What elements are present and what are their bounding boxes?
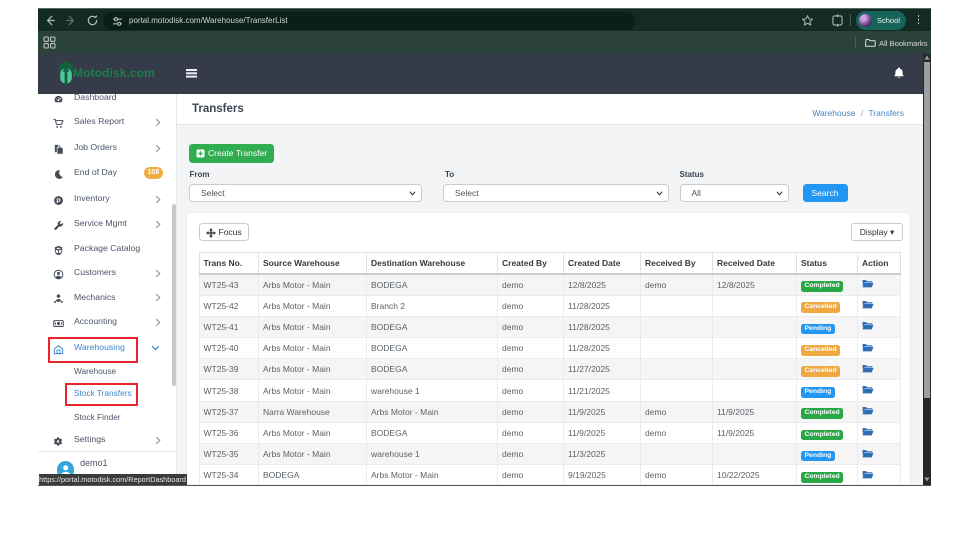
svg-text:P: P	[56, 197, 61, 204]
